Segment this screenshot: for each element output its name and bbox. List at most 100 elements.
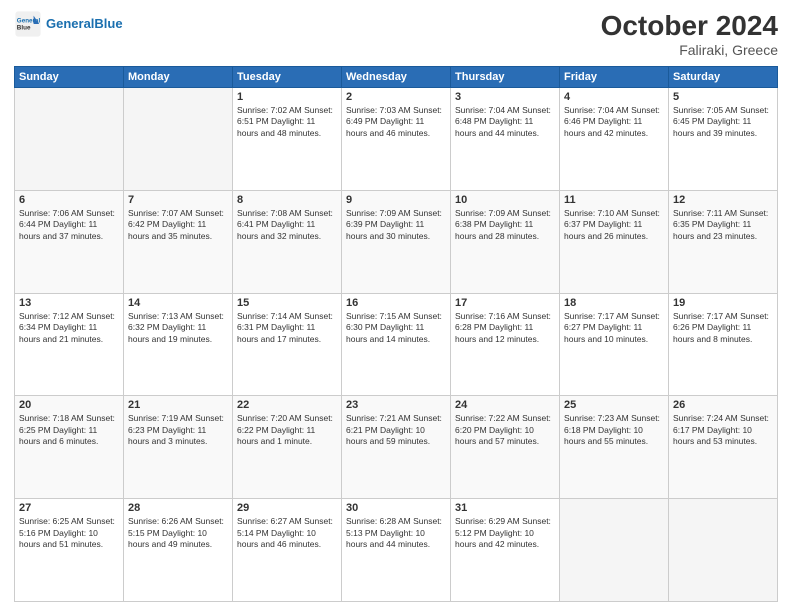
day-info: Sunrise: 7:21 AM Sunset: 6:21 PM Dayligh… [346,413,446,447]
day-of-week-header: Wednesday [342,67,451,88]
day-number: 20 [19,399,119,411]
day-number: 14 [128,297,228,309]
day-of-week-header: Saturday [669,67,778,88]
day-info: Sunrise: 7:23 AM Sunset: 6:18 PM Dayligh… [564,413,664,447]
calendar-cell: 30 Sunrise: 6:28 AM Sunset: 5:13 PM Dayli… [342,499,451,602]
calendar-cell: 10 Sunrise: 7:09 AM Sunset: 6:38 PM Dayli… [451,190,560,293]
day-info: Sunrise: 7:07 AM Sunset: 6:42 PM Dayligh… [128,208,228,242]
day-number: 16 [346,297,446,309]
logo-general: General [46,16,94,31]
page-container: General Blue GeneralBlue October 2024 Fa… [0,0,792,612]
calendar-cell: 19 Sunrise: 7:17 AM Sunset: 6:26 PM Dayli… [669,293,778,396]
day-info: Sunrise: 6:28 AM Sunset: 5:13 PM Dayligh… [346,516,446,550]
day-info: Sunrise: 7:09 AM Sunset: 6:38 PM Dayligh… [455,208,555,242]
day-number: 30 [346,502,446,514]
day-info: Sunrise: 7:20 AM Sunset: 6:22 PM Dayligh… [237,413,337,447]
day-number: 6 [19,194,119,206]
day-number: 17 [455,297,555,309]
calendar-cell: 21Sunrise: 7:19 AM Sunset: 6:23 PM Dayli… [124,396,233,499]
logo-blue: Blue [94,16,122,31]
day-info: Sunrise: 7:04 AM Sunset: 6:46 PM Dayligh… [564,105,664,139]
calendar-cell: 16 Sunrise: 7:15 AM Sunset: 6:30 PM Dayli… [342,293,451,396]
day-number: 22 [237,399,337,411]
calendar-cell: 12Sunrise: 7:11 AM Sunset: 6:35 PM Dayli… [669,190,778,293]
day-info: Sunrise: 6:29 AM Sunset: 5:12 PM Dayligh… [455,516,555,550]
day-of-week-header: Sunday [15,67,124,88]
day-number: 24 [455,399,555,411]
calendar-cell: 13Sunrise: 7:12 AM Sunset: 6:34 PM Dayli… [15,293,124,396]
day-number: 10 [455,194,555,206]
calendar-cell: 18Sunrise: 7:17 AM Sunset: 6:27 PM Dayli… [560,293,669,396]
day-number: 7 [128,194,228,206]
day-of-week-header: Friday [560,67,669,88]
day-number: 18 [564,297,664,309]
day-number: 31 [455,502,555,514]
day-number: 4 [564,91,664,103]
day-number: 25 [564,399,664,411]
logo-text: GeneralBlue [46,16,123,32]
day-info: Sunrise: 7:24 AM Sunset: 6:17 PM Dayligh… [673,413,773,447]
calendar-cell: 1Sunrise: 7:02 AM Sunset: 6:51 PM Daylig… [233,88,342,191]
calendar-cell: 23Sunrise: 7:21 AM Sunset: 6:21 PM Dayli… [342,396,451,499]
day-info: Sunrise: 7:16 AM Sunset: 6:28 PM Dayligh… [455,311,555,345]
day-info: Sunrise: 7:08 AM Sunset: 6:41 PM Dayligh… [237,208,337,242]
calendar-cell [669,499,778,602]
location: Faliraki, Greece [601,42,778,58]
calendar: SundayMondayTuesdayWednesdayThursdayFrid… [14,66,778,602]
calendar-cell: 7 Sunrise: 7:07 AM Sunset: 6:42 PM Daylig… [124,190,233,293]
day-info: Sunrise: 7:15 AM Sunset: 6:30 PM Dayligh… [346,311,446,345]
day-number: 19 [673,297,773,309]
day-info: Sunrise: 7:22 AM Sunset: 6:20 PM Dayligh… [455,413,555,447]
svg-text:Blue: Blue [17,25,31,32]
day-number: 15 [237,297,337,309]
day-info: Sunrise: 7:18 AM Sunset: 6:25 PM Dayligh… [19,413,119,447]
calendar-week-row: 13Sunrise: 7:12 AM Sunset: 6:34 PM Dayli… [15,293,778,396]
calendar-week-row: 20 Sunrise: 7:18 AM Sunset: 6:25 PM Dayli… [15,396,778,499]
calendar-cell: 6 Sunrise: 7:06 AM Sunset: 6:44 PM Daylig… [15,190,124,293]
day-number: 12 [673,194,773,206]
day-info: Sunrise: 7:14 AM Sunset: 6:31 PM Dayligh… [237,311,337,345]
day-info: Sunrise: 7:04 AM Sunset: 6:48 PM Dayligh… [455,105,555,139]
day-number: 29 [237,502,337,514]
calendar-cell: 22 Sunrise: 7:20 AM Sunset: 6:22 PM Dayli… [233,396,342,499]
calendar-cell: 9Sunrise: 7:09 AM Sunset: 6:39 PM Daylig… [342,190,451,293]
calendar-cell [560,499,669,602]
day-of-week-header: Thursday [451,67,560,88]
calendar-week-row: 6 Sunrise: 7:06 AM Sunset: 6:44 PM Daylig… [15,190,778,293]
day-number: 8 [237,194,337,206]
day-number: 9 [346,194,446,206]
calendar-week-row: 27 Sunrise: 6:25 AM Sunset: 5:16 PM Dayli… [15,499,778,602]
day-number: 13 [19,297,119,309]
day-number: 26 [673,399,773,411]
day-info: Sunrise: 7:10 AM Sunset: 6:37 PM Dayligh… [564,208,664,242]
day-number: 1 [237,91,337,103]
day-number: 27 [19,502,119,514]
title-block: October 2024 Faliraki, Greece [601,10,778,58]
calendar-cell: 20 Sunrise: 7:18 AM Sunset: 6:25 PM Dayli… [15,396,124,499]
calendar-cell: 5Sunrise: 7:05 AM Sunset: 6:45 PM Daylig… [669,88,778,191]
calendar-cell [15,88,124,191]
day-info: Sunrise: 7:19 AM Sunset: 6:23 PM Dayligh… [128,413,228,447]
calendar-cell: 3 Sunrise: 7:04 AM Sunset: 6:48 PM Daylig… [451,88,560,191]
logo: General Blue GeneralBlue [14,10,123,38]
day-info: Sunrise: 7:06 AM Sunset: 6:44 PM Dayligh… [19,208,119,242]
calendar-cell: 31 Sunrise: 6:29 AM Sunset: 5:12 PM Dayli… [451,499,560,602]
calendar-cell [124,88,233,191]
logo-icon: General Blue [14,10,42,38]
day-info: Sunrise: 7:05 AM Sunset: 6:45 PM Dayligh… [673,105,773,139]
day-info: Sunrise: 6:27 AM Sunset: 5:14 PM Dayligh… [237,516,337,550]
calendar-cell: 29 Sunrise: 6:27 AM Sunset: 5:14 PM Dayli… [233,499,342,602]
day-of-week-header: Monday [124,67,233,88]
day-info: Sunrise: 6:25 AM Sunset: 5:16 PM Dayligh… [19,516,119,550]
calendar-cell: 25 Sunrise: 7:23 AM Sunset: 6:18 PM Dayli… [560,396,669,499]
calendar-cell: 28Sunrise: 6:26 AM Sunset: 5:15 PM Dayli… [124,499,233,602]
day-info: Sunrise: 7:17 AM Sunset: 6:26 PM Dayligh… [673,311,773,345]
calendar-cell: 8 Sunrise: 7:08 AM Sunset: 6:41 PM Daylig… [233,190,342,293]
calendar-cell: 27 Sunrise: 6:25 AM Sunset: 5:16 PM Dayli… [15,499,124,602]
day-info: Sunrise: 7:13 AM Sunset: 6:32 PM Dayligh… [128,311,228,345]
day-number: 2 [346,91,446,103]
calendar-cell: 26 Sunrise: 7:24 AM Sunset: 6:17 PM Dayli… [669,396,778,499]
calendar-header-row: SundayMondayTuesdayWednesdayThursdayFrid… [15,67,778,88]
day-number: 3 [455,91,555,103]
calendar-cell: 4 Sunrise: 7:04 AM Sunset: 6:46 PM Daylig… [560,88,669,191]
